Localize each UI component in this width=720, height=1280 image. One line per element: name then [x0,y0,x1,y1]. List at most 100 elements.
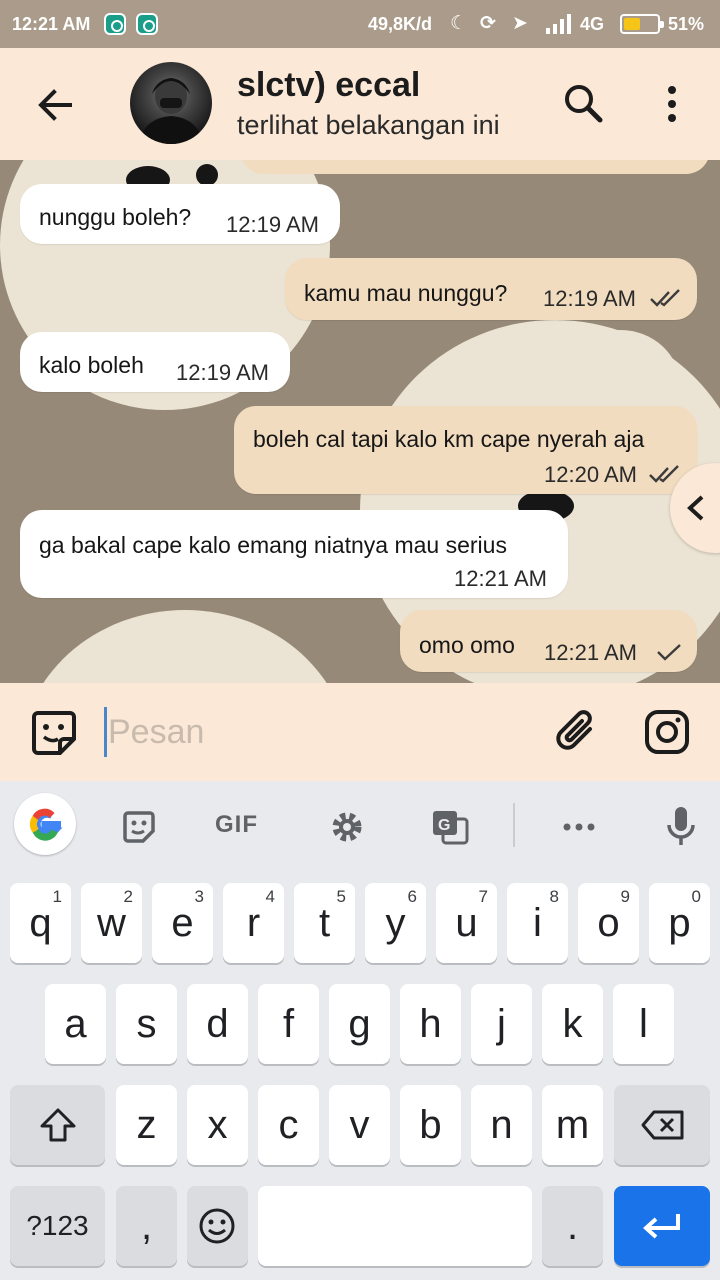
previous-message-bubble [240,160,710,174]
key-label: d [206,1002,229,1046]
key-label: z [136,1103,157,1147]
more-options-button[interactable] [650,80,694,128]
sticker-button[interactable] [30,709,78,757]
shift-key[interactable] [10,1085,105,1165]
battery-percent: 51% [668,14,705,34]
message-outgoing[interactable]: kamu mau nunggu? 12:19 AM [285,258,697,320]
message-incoming[interactable]: nunggu boleh? 12:19 AM [20,184,340,244]
text-cursor [104,707,107,757]
comma-key[interactable]: , [116,1186,177,1266]
message-incoming[interactable]: kalo boleh 12:19 AM [20,332,290,392]
key-label: a [64,1002,87,1046]
message-outgoing[interactable]: boleh cal tapi kalo km cape nyerah aja 1… [234,406,697,494]
paperclip-icon [556,710,592,750]
enter-key[interactable] [614,1186,710,1266]
location-icon: ➤ [512,13,528,34]
key-y[interactable]: 6y [365,883,426,963]
app-notification-icon [104,13,126,35]
gif-button[interactable]: GIF [215,811,258,839]
key-x[interactable]: x [187,1085,248,1165]
back-button[interactable] [30,80,80,130]
double-check-icon [650,289,680,307]
message-incoming[interactable]: ga bakal cape kalo emang niatnya mau ser… [20,510,568,598]
key-v[interactable]: v [329,1085,390,1165]
key-q[interactable]: 1q [10,883,71,963]
key-label: n [490,1103,513,1147]
message-text: kamu mau nunggu? [304,280,508,306]
message-time: 12:21 AM [454,566,547,591]
key-r[interactable]: 4r [223,883,284,963]
message-composer [0,683,720,781]
wallpaper-bear-eye [196,164,218,186]
key-b[interactable]: b [400,1085,461,1165]
chevron-left-icon [687,495,704,521]
microphone-icon[interactable] [664,803,698,851]
message-text: kalo boleh [39,352,144,378]
message-time: 12:21 AM [544,640,637,665]
more-horizontal-icon[interactable] [560,803,598,851]
key-g[interactable]: g [329,984,390,1064]
more-vertical-icon [668,86,676,122]
message-time: 12:19 AM [226,212,319,237]
message-text: boleh cal tapi kalo km cape nyerah aja [253,426,645,452]
message-time: 12:19 AM [176,360,269,385]
key-label: b [419,1103,442,1147]
rotation-lock-icon: ⟳ [480,13,496,34]
key-label: j [497,1002,506,1046]
avatar[interactable] [130,62,212,144]
app-notification-icon [136,13,158,35]
key-label: t [318,901,331,945]
wallpaper-bear [20,610,350,683]
search-button[interactable] [560,80,608,128]
period-key[interactable]: . [542,1186,603,1266]
key-label: e [171,901,194,945]
key-e[interactable]: 3e [152,883,213,963]
key-z[interactable]: z [116,1085,177,1165]
key-f[interactable]: f [258,984,319,1064]
translate-icon[interactable]: G [430,803,470,851]
key-label: r [246,901,261,945]
key-m[interactable]: m [542,1085,603,1165]
key-k[interactable]: k [542,984,603,1064]
key-j[interactable]: j [471,984,532,1064]
key-n[interactable]: n [471,1085,532,1165]
key-label: c [278,1103,299,1147]
key-t[interactable]: 5t [294,883,355,963]
contact-name[interactable]: slctv) eccal [237,66,420,105]
key-h[interactable]: h [400,984,461,1064]
emoji-icon [199,1208,235,1244]
key-w[interactable]: 2w [81,883,142,963]
message-input[interactable] [108,705,528,759]
sticker-icon[interactable] [120,803,160,851]
emoji-key[interactable] [187,1186,248,1266]
profile-photo [138,78,204,144]
key-s[interactable]: s [116,984,177,1064]
moon-icon: ☾ [450,13,468,34]
google-search-button[interactable] [14,793,76,855]
key-p[interactable]: 0p [649,883,710,963]
key-label: v [349,1103,370,1147]
message-text: omo omo [419,632,515,658]
symbols-key[interactable]: ?123 [10,1186,105,1266]
key-u[interactable]: 7u [436,883,497,963]
signal-icon [546,14,574,39]
message-time: 12:19 AM [543,286,636,311]
enter-icon [643,1214,680,1239]
key-i[interactable]: 8i [507,883,568,963]
backspace-icon [641,1110,684,1140]
message-outgoing[interactable]: omo omo 12:21 AM [400,610,697,672]
key-label: , [140,1204,153,1248]
key-label: l [639,1002,648,1046]
key-d[interactable]: d [187,984,248,1064]
camera-button[interactable] [642,707,692,757]
attach-button[interactable] [552,707,602,757]
key-o[interactable]: 9o [578,883,639,963]
space-key[interactable] [258,1186,532,1266]
key-c[interactable]: c [258,1085,319,1165]
chat-messages[interactable]: nunggu boleh? 12:19 AM kamu mau nunggu? … [0,160,720,683]
gear-icon[interactable] [326,803,368,851]
key-l[interactable]: l [613,984,674,1064]
key-a[interactable]: a [45,984,106,1064]
key-label: o [597,901,620,945]
backspace-key[interactable] [614,1085,710,1165]
